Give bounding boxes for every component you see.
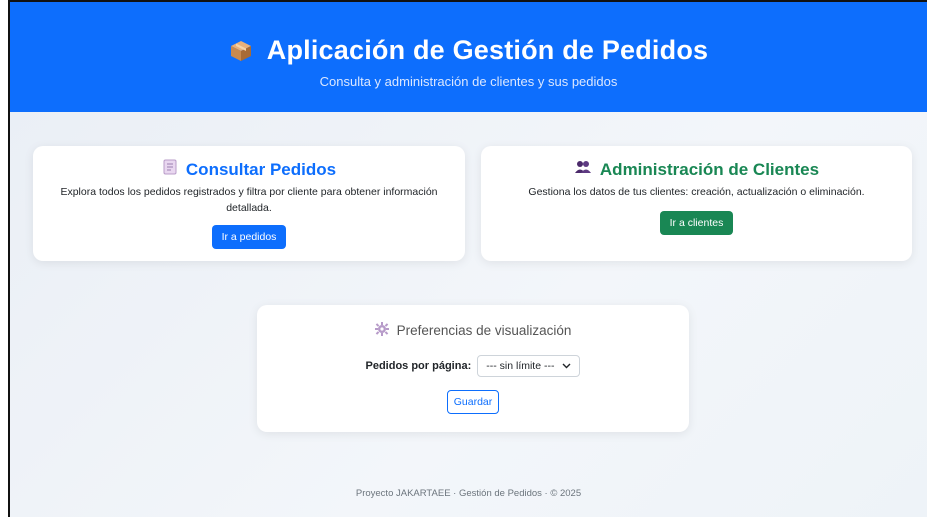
- gear-icon: [374, 322, 389, 339]
- orders-card-title-row: Consultar Pedidos: [33, 159, 465, 180]
- orders-card-title: Consultar Pedidos: [185, 159, 337, 179]
- page-size-row: Pedidos por página: --- sin límite ---: [257, 355, 689, 377]
- page-size-selected-value: --- sin límite ---: [486, 360, 555, 372]
- preferences-title-row: Preferencias de visualización: [257, 322, 689, 339]
- page-footer: Proyecto JAKARTAEE · Gestión de Pedidos …: [355, 488, 582, 499]
- preferences-card: Preferencias de visualización Pedidos po…: [257, 305, 689, 432]
- page-size-label: Pedidos por página:: [365, 360, 472, 372]
- clients-card-description: Gestiona los datos de tus clientes: crea…: [528, 186, 865, 198]
- app-frame: Aplicación de Gestión de Pedidos Consult…: [8, 0, 927, 517]
- preferences-title: Preferencias de visualización: [396, 323, 572, 338]
- page-header: Aplicación de Gestión de Pedidos Consult…: [10, 2, 927, 112]
- orders-card-description: Explora todos los pedidos registrados y …: [60, 186, 438, 214]
- chevron-down-icon: [562, 360, 571, 372]
- go-to-orders-button[interactable]: Ir a pedidos: [211, 225, 287, 249]
- clients-card: Administración de Clientes Gestiona los …: [481, 146, 912, 261]
- notepad-icon: [162, 159, 178, 180]
- save-button[interactable]: Guardar: [446, 390, 500, 414]
- page-size-select[interactable]: --- sin límite ---: [477, 355, 581, 377]
- page-subtitle: Consulta y administración de clientes y …: [319, 74, 618, 89]
- package-icon: [229, 39, 253, 63]
- clients-card-title-row: Administración de Clientes: [481, 159, 912, 180]
- users-icon: [574, 159, 592, 180]
- header-title-row: Aplicación de Gestión de Pedidos: [10, 35, 927, 66]
- go-to-clients-button[interactable]: Ir a clientes: [659, 211, 734, 235]
- orders-card: Consultar Pedidos Explora todos los pedi…: [33, 146, 465, 261]
- clients-card-title: Administración de Clientes: [599, 159, 820, 179]
- page-title: Aplicación de Gestión de Pedidos: [266, 35, 709, 65]
